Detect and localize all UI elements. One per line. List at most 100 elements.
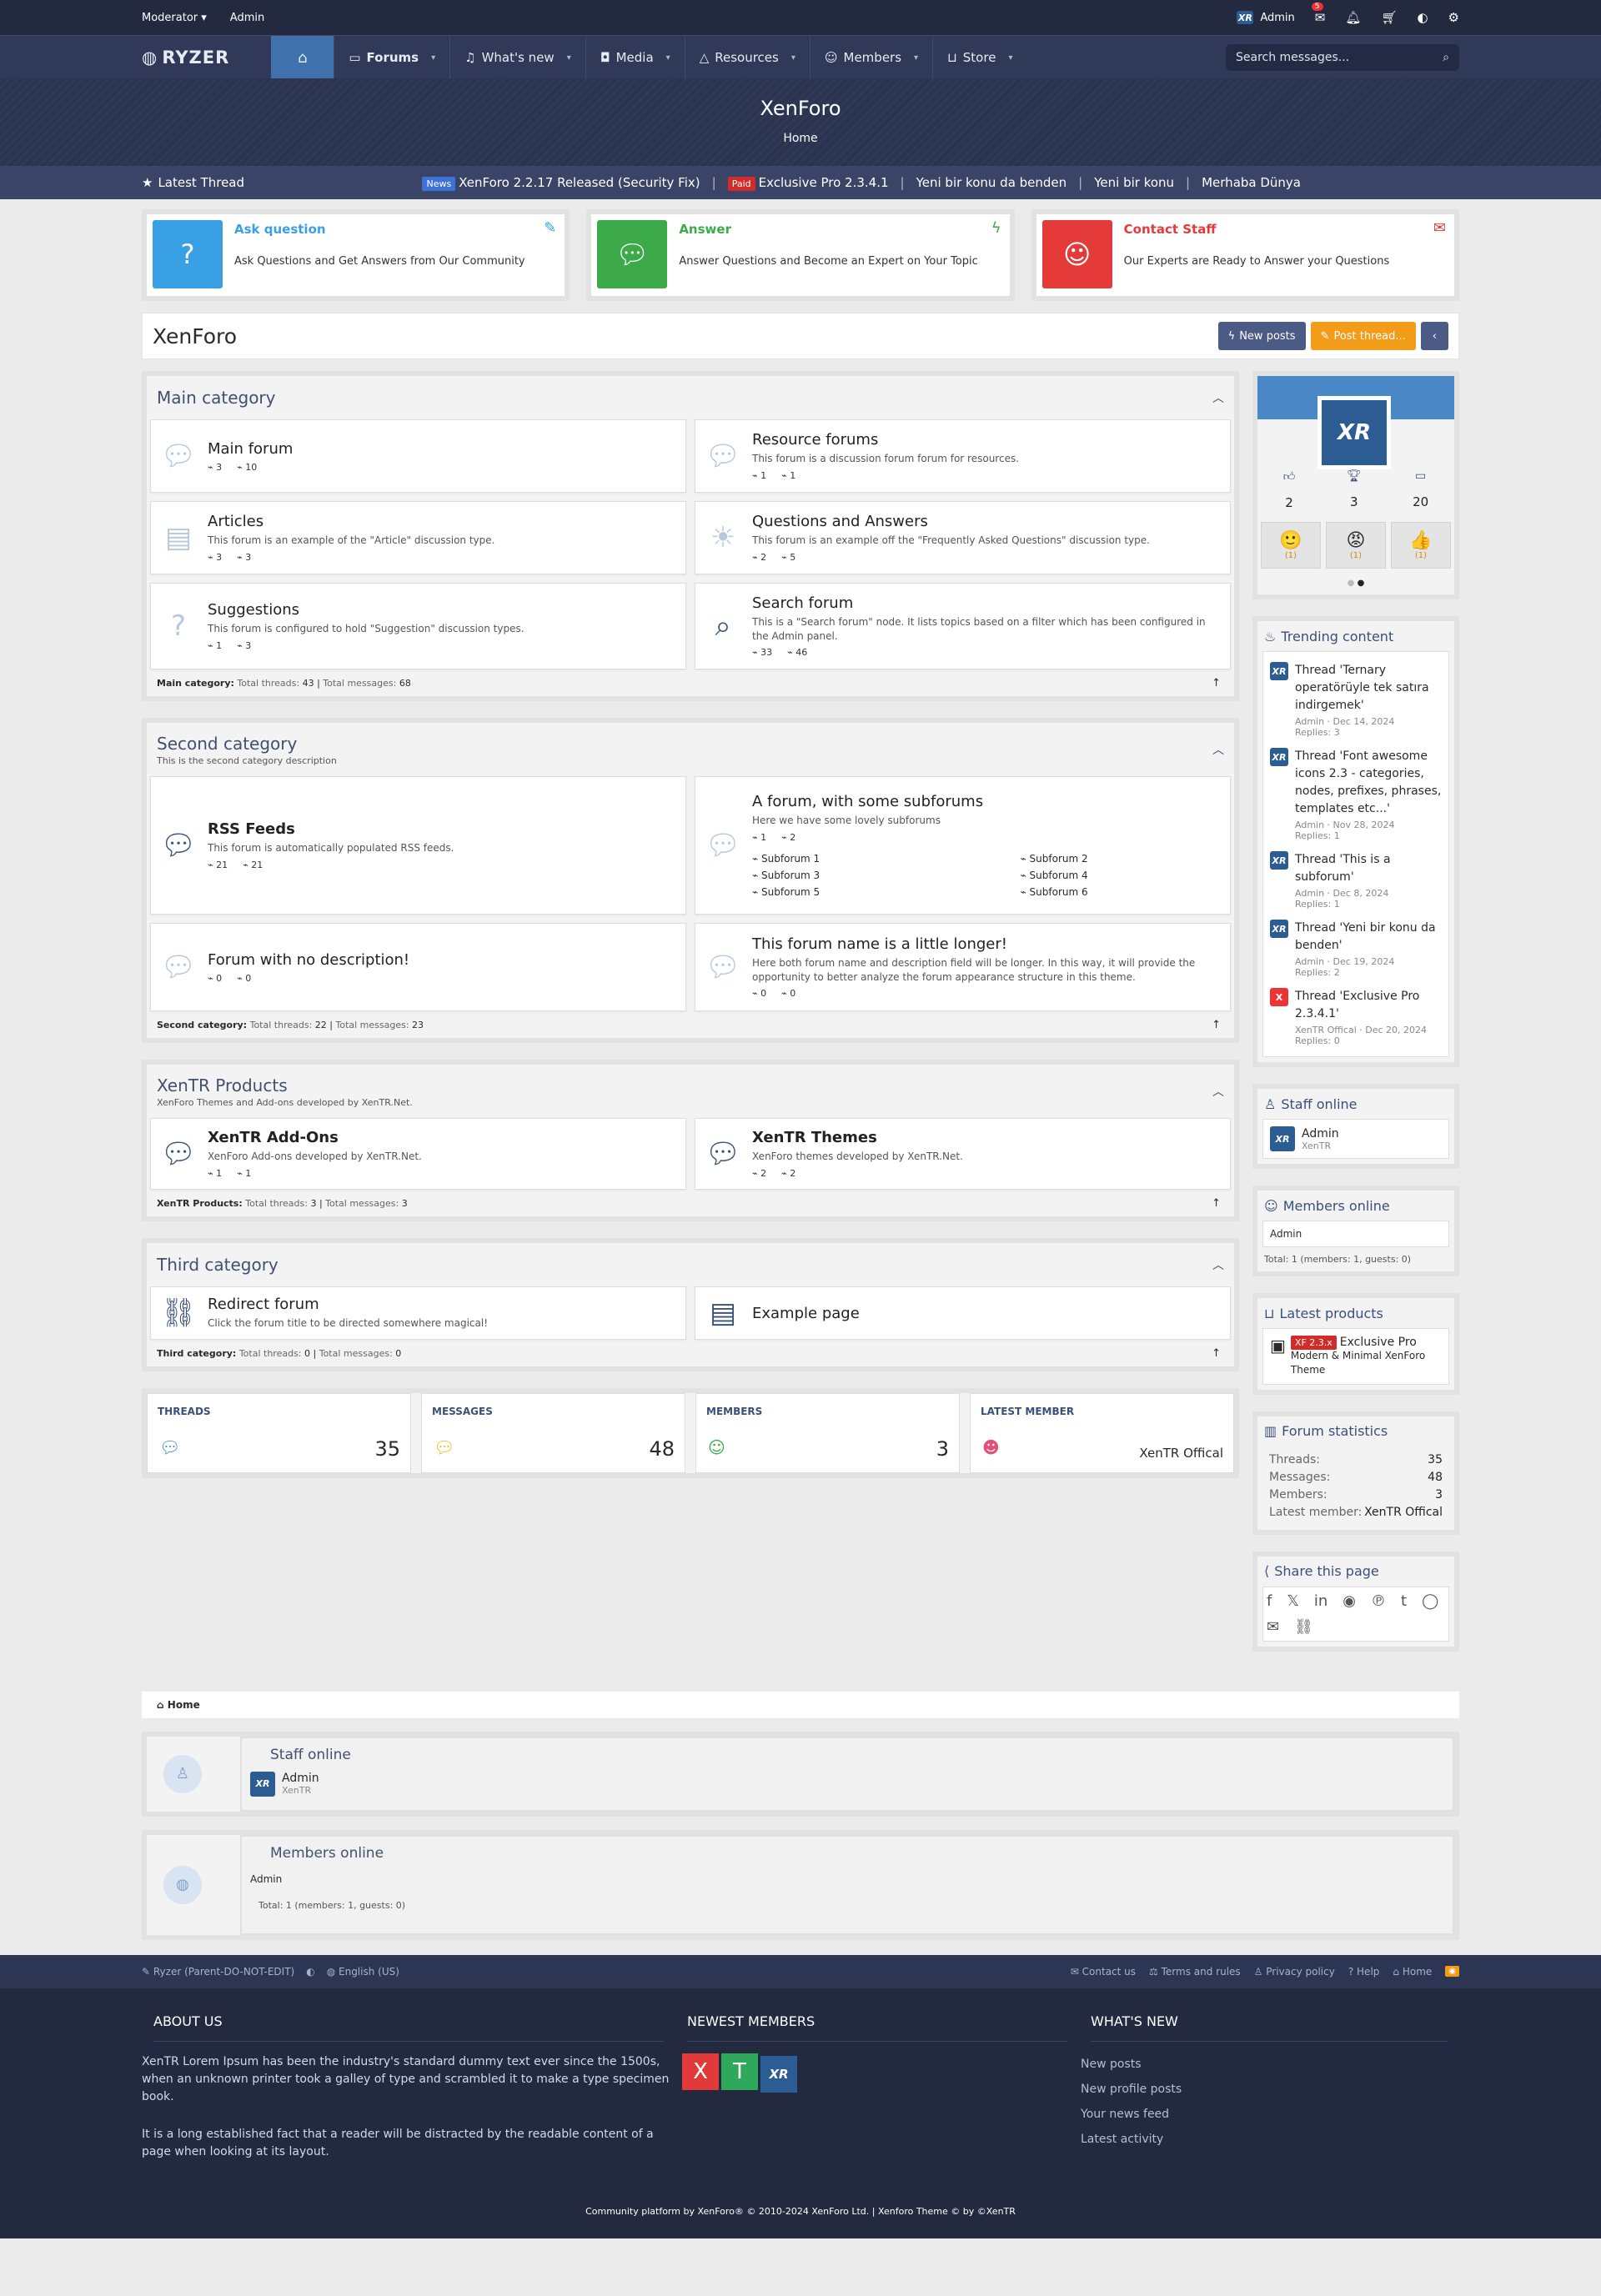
- chevron-down-icon[interactable]: ▾: [567, 53, 571, 63]
- carousel-dots[interactable]: ● ●: [1257, 574, 1454, 594]
- forum-node[interactable]: 💬︎ XenTR Add-Ons XenForo Add-ons developed…: [150, 1118, 686, 1190]
- subforum-link[interactable]: ⌁ Subforum 2: [1021, 853, 1222, 865]
- privacy-link[interactable]: ♙ Privacy policy: [1254, 1966, 1335, 1978]
- avatar[interactable]: XR: [250, 1771, 275, 1797]
- forum-node[interactable]: 💬︎ XenTR Themes XenForo themes developed b…: [695, 1118, 1231, 1190]
- post-thread-button[interactable]: ✎ Post thread...: [1310, 322, 1416, 350]
- trending-title[interactable]: Thread 'Exclusive Pro 2.3.4.1': [1295, 988, 1442, 1023]
- promo-ask-question[interactable]: ? Ask question Ask Questions and Get Answ…: [142, 209, 570, 301]
- forum-node[interactable]: ? Suggestions This forum is configured to …: [150, 583, 686, 669]
- breadcrumb-home[interactable]: Home: [168, 1699, 200, 1711]
- chevron-down-icon[interactable]: ▾: [666, 53, 670, 63]
- trending-title[interactable]: Thread 'Font awesome icons 2.3 - categor…: [1295, 748, 1442, 818]
- footer-link[interactable]: Latest activity: [1081, 2127, 1459, 2152]
- subforum-link[interactable]: ⌁ Subforum 6: [1021, 886, 1222, 898]
- ticker-item[interactable]: Yeni bir konu: [1094, 175, 1174, 190]
- trending-title[interactable]: Thread 'This is a subforum': [1295, 851, 1442, 886]
- arrow-up-icon[interactable]: ↑: [1212, 677, 1221, 689]
- language-chooser[interactable]: ◍ English (US): [327, 1966, 399, 1978]
- site-logo[interactable]: ◍ RYZER: [142, 48, 229, 68]
- stat-value[interactable]: XenTR Offical: [1139, 1446, 1223, 1461]
- trending-item[interactable]: XR Thread 'This is a subforum' Admin · Dec…: [1270, 846, 1442, 915]
- reaction-like[interactable]: 👍 (1): [1391, 522, 1451, 569]
- page-title-link[interactable]: Example page: [752, 1305, 860, 1322]
- subforum-link[interactable]: ⌁ Subforum 5: [752, 886, 954, 898]
- chevron-down-icon[interactable]: ▾: [914, 53, 918, 63]
- collapse-sidebar-button[interactable]: ‹: [1420, 322, 1448, 350]
- help-link[interactable]: ? Help: [1348, 1966, 1380, 1978]
- rss-icon[interactable]: ◉: [1445, 1966, 1459, 1978]
- home-tab[interactable]: ⌂: [271, 36, 335, 79]
- forum-title[interactable]: RSS Feeds: [208, 820, 454, 838]
- chevron-up-icon[interactable]: ︿: [1212, 1256, 1224, 1273]
- contact-link[interactable]: ✉ Contact us: [1071, 1966, 1136, 1978]
- footer-link[interactable]: New profile posts: [1081, 2077, 1459, 2102]
- forum-node[interactable]: ⌕ Search forum This is a "Search forum" no…: [695, 583, 1231, 669]
- promo-contact-staff[interactable]: ☺ Contact Staff Our Experts are Ready to …: [1031, 209, 1459, 301]
- product-name[interactable]: Exclusive Pro: [1340, 1336, 1417, 1349]
- forum-title[interactable]: A forum, with some subforums: [752, 793, 1222, 810]
- forum-node[interactable]: 💬︎ RSS Feeds This forum is automatically p…: [150, 776, 686, 915]
- tab-members[interactable]: ☺ Members ▾: [811, 36, 934, 79]
- forum-node[interactable]: 💬︎ Resource forums This forum is a discuss…: [695, 419, 1231, 493]
- whatsapp-icon[interactable]: ◯: [1422, 1592, 1438, 1610]
- forum-title[interactable]: Redirect forum: [208, 1296, 488, 1313]
- arrow-up-icon[interactable]: ↑: [1212, 1197, 1221, 1210]
- category-title[interactable]: Main category: [157, 388, 1224, 408]
- search-icon[interactable]: ⌕: [1443, 51, 1449, 64]
- profile-avatar[interactable]: XR: [1317, 396, 1391, 469]
- tab-forums[interactable]: ▭ Forums ▾: [334, 36, 451, 79]
- online-member[interactable]: Admin: [242, 1870, 1453, 1888]
- email-icon[interactable]: ✉: [1267, 1618, 1279, 1636]
- member-avatar[interactable]: X: [682, 2053, 719, 2090]
- tab-store[interactable]: ⊔ Store ▾: [933, 36, 1026, 79]
- tab-whats-new[interactable]: ♫ What's new ▾: [450, 36, 586, 79]
- chevron-up-icon[interactable]: ︿: [1212, 1083, 1224, 1100]
- trending-item[interactable]: XR Thread 'Yeni bir konu da benden' Admin …: [1270, 915, 1442, 983]
- arrow-up-icon[interactable]: ↑: [1212, 1019, 1221, 1031]
- member-avatar[interactable]: XR: [760, 2055, 797, 2093]
- bell-icon[interactable]: 🔔︎: [1345, 10, 1361, 25]
- trending-title[interactable]: Thread 'Yeni bir konu da benden': [1295, 920, 1442, 955]
- chevron-up-icon[interactable]: ︿: [1212, 389, 1224, 406]
- online-member[interactable]: Admin: [1262, 1221, 1449, 1247]
- category-title[interactable]: XenTR Products: [157, 1075, 1224, 1095]
- forum-title[interactable]: Forum with no description!: [208, 951, 409, 969]
- chevron-up-icon[interactable]: ︿: [1212, 741, 1224, 758]
- moderator-menu[interactable]: Moderator ▾: [142, 12, 207, 24]
- ticker-item[interactable]: Yeni bir konu da benden: [916, 175, 1067, 190]
- forum-title[interactable]: Articles: [208, 513, 494, 530]
- forum-title[interactable]: XenTR Add-Ons: [208, 1129, 422, 1146]
- settings-icon[interactable]: ⚙: [1448, 10, 1459, 25]
- page-node[interactable]: ▤ Example page: [695, 1286, 1231, 1340]
- ticker-item[interactable]: Merhaba Dünya: [1202, 175, 1301, 190]
- forum-title[interactable]: Questions and Answers: [752, 513, 1150, 530]
- link-icon[interactable]: ⛓: [1294, 1618, 1313, 1636]
- category-title[interactable]: Second category: [157, 734, 1224, 754]
- ticker-item[interactable]: News XenForo 2.2.17 Released (Security Fi…: [422, 175, 700, 191]
- facebook-icon[interactable]: f: [1267, 1592, 1272, 1610]
- reaction-angry[interactable]: 😡 (1): [1326, 522, 1386, 569]
- trending-item[interactable]: XR Thread 'Font awesome icons 2.3 - categ…: [1270, 743, 1442, 846]
- forum-node[interactable]: ☀ Questions and Answers This forum is an e…: [695, 501, 1231, 574]
- forum-title[interactable]: Search forum: [752, 594, 1222, 612]
- terms-link[interactable]: ⚖ Terms and rules: [1149, 1966, 1241, 1978]
- inbox-icon[interactable]: ✉ 5: [1311, 3, 1325, 25]
- trending-item[interactable]: X Thread 'Exclusive Pro 2.3.4.1' XenTR Off…: [1270, 983, 1442, 1051]
- chevron-down-icon[interactable]: ▾: [791, 53, 795, 63]
- member-avatar[interactable]: T: [721, 2053, 758, 2090]
- contrast-icon[interactable]: ◐: [1417, 10, 1428, 25]
- chevron-down-icon[interactable]: ▾: [431, 53, 435, 63]
- forum-node[interactable]: 💬︎ This forum name is a little longer! Her…: [695, 923, 1231, 1011]
- staff-name[interactable]: Admin: [1302, 1127, 1339, 1140]
- account-link[interactable]: XR Admin: [1237, 11, 1295, 24]
- staff-name[interactable]: Admin: [282, 1772, 319, 1785]
- forum-node[interactable]: ⛓ Redirect forum Click the forum title to …: [150, 1286, 686, 1340]
- arrow-up-icon[interactable]: ↑: [1212, 1347, 1221, 1360]
- tab-resources[interactable]: △ Resources ▾: [685, 36, 811, 79]
- tumblr-icon[interactable]: t: [1401, 1592, 1407, 1610]
- forum-title[interactable]: XenTR Themes: [752, 1129, 963, 1146]
- ticker-item[interactable]: Paid Exclusive Pro 2.3.4.1: [727, 175, 889, 191]
- avatar[interactable]: XR: [1270, 1126, 1295, 1151]
- search-input[interactable]: Search messages... ⌕: [1226, 44, 1459, 71]
